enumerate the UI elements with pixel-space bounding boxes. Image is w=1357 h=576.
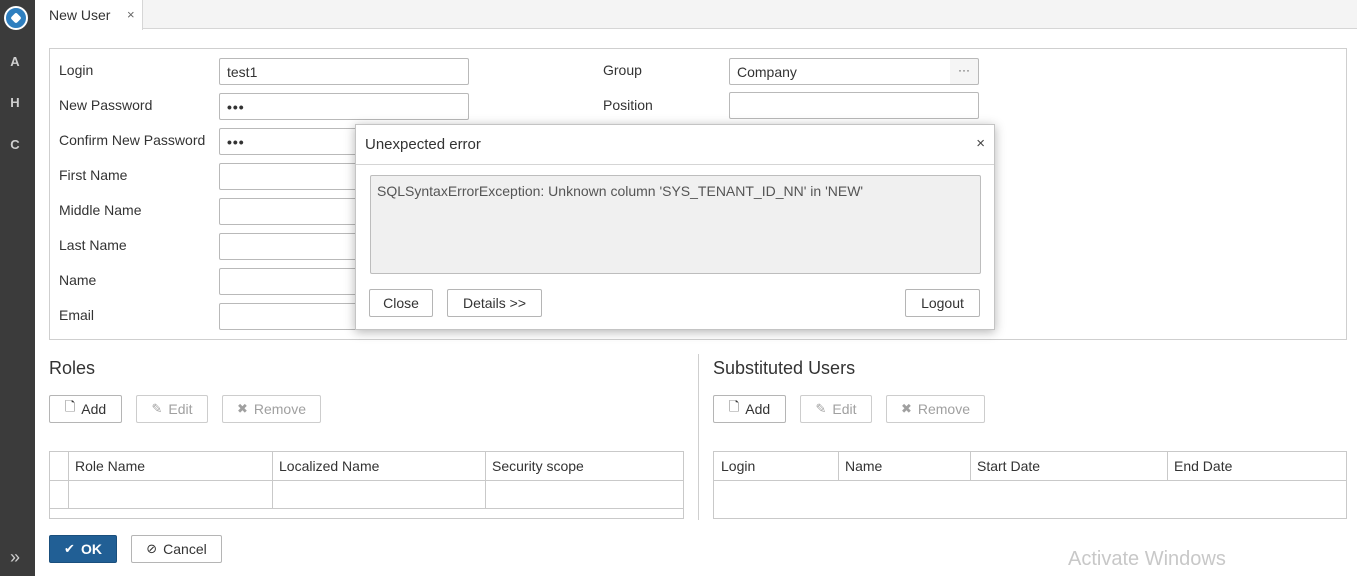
substituted-column-header[interactable]: Start Date bbox=[970, 452, 1168, 481]
tab-bar: New User × bbox=[35, 0, 1357, 30]
table-cell[interactable] bbox=[50, 481, 69, 509]
position-field[interactable] bbox=[729, 92, 979, 119]
roles-edit-label: Edit bbox=[168, 401, 193, 417]
remove-x-icon: ✖ bbox=[900, 401, 912, 416]
substituted-remove-label: Remove bbox=[917, 401, 971, 417]
login-label: Login bbox=[59, 62, 94, 78]
cancel-label: Cancel bbox=[163, 541, 207, 557]
roles-remove-button[interactable]: ✖ Remove bbox=[222, 395, 321, 423]
ok-button[interactable]: ✔ OK bbox=[49, 535, 117, 563]
roles-add-label: Add bbox=[81, 401, 107, 417]
substituted-remove-button[interactable]: ✖ Remove bbox=[886, 395, 985, 423]
pencil-icon: ✎ bbox=[815, 401, 827, 416]
roles-column-header[interactable]: Role Name bbox=[68, 452, 273, 481]
substituted-edit-label: Edit bbox=[832, 401, 857, 417]
substituted-column-header[interactable]: Login bbox=[714, 452, 839, 481]
details-label: Details >> bbox=[462, 295, 527, 311]
dialog-header: Unexpected error × bbox=[356, 125, 994, 165]
group-label: Group bbox=[603, 62, 642, 78]
substituted-column-header[interactable]: Name bbox=[838, 452, 971, 481]
substituted-users-title: Substituted Users bbox=[713, 358, 856, 378]
dialog-close-button[interactable]: Close bbox=[369, 289, 433, 317]
group-field[interactable]: Company bbox=[729, 58, 951, 85]
tab-new-user[interactable]: New User × bbox=[35, 0, 143, 30]
cancel-button[interactable]: ⊘ Cancel bbox=[131, 535, 222, 563]
roles-remove-label: Remove bbox=[253, 401, 307, 417]
name-label: Name bbox=[59, 272, 97, 288]
roles-title: Roles bbox=[49, 358, 96, 378]
substituted-add-label: Add bbox=[745, 401, 771, 417]
substituted-column-header[interactable]: End Date bbox=[1167, 452, 1346, 481]
logout-button[interactable]: Logout bbox=[905, 289, 980, 317]
last-name-label: Last Name bbox=[59, 237, 127, 253]
table-cell[interactable] bbox=[272, 481, 486, 509]
roles-add-button[interactable]: 🗋 Add bbox=[49, 395, 122, 423]
dialog-close-icon[interactable]: × bbox=[976, 135, 985, 152]
new-password-label: New Password bbox=[59, 97, 153, 113]
email-label: Email bbox=[59, 307, 95, 323]
tab-label: New User bbox=[49, 7, 111, 23]
position-label: Position bbox=[603, 97, 653, 113]
rail-item-c[interactable]: C bbox=[0, 137, 30, 152]
logout-label: Logout bbox=[921, 295, 964, 311]
roles-table: Role Name Localized Name Security scope bbox=[49, 451, 684, 519]
roles-column-header[interactable]: Localized Name bbox=[272, 452, 486, 481]
details-button[interactable]: Details >> bbox=[447, 289, 542, 317]
middle-name-label: Middle Name bbox=[59, 202, 142, 218]
rail-item-h[interactable]: H bbox=[0, 95, 30, 110]
group-picker-button[interactable]: ··· bbox=[950, 58, 979, 85]
first-name-label: First Name bbox=[59, 167, 128, 183]
roles-edit-button[interactable]: ✎ Edit bbox=[136, 395, 208, 423]
document-icon: 🗋 bbox=[64, 399, 76, 414]
roles-column-header[interactable]: Security scope bbox=[485, 452, 683, 481]
activate-windows-watermark: Activate Windows bbox=[1068, 548, 1226, 570]
expand-menu-icon[interactable]: » bbox=[0, 547, 30, 568]
table-cell[interactable] bbox=[68, 481, 273, 509]
tab-close-icon[interactable]: × bbox=[127, 7, 135, 22]
substituted-users-table: Login Name Start Date End Date bbox=[713, 451, 1347, 519]
confirm-password-label: Confirm New Password bbox=[59, 132, 206, 148]
ok-label: OK bbox=[80, 541, 102, 557]
remove-x-icon: ✖ bbox=[236, 401, 248, 416]
login-field[interactable]: test1 bbox=[219, 58, 469, 85]
dialog-close-label: Close bbox=[383, 295, 419, 311]
document-icon: 🗋 bbox=[728, 399, 740, 414]
dialog-title: Unexpected error bbox=[365, 136, 481, 153]
substituted-edit-button[interactable]: ✎ Edit bbox=[800, 395, 872, 423]
roles-select-column-header[interactable] bbox=[50, 452, 69, 481]
side-rail: A H C » bbox=[0, 0, 35, 576]
substituted-add-button[interactable]: 🗋 Add bbox=[713, 395, 786, 423]
rail-item-a[interactable]: A bbox=[0, 54, 30, 69]
cancel-circle-icon: ⊘ bbox=[146, 541, 158, 556]
app-logo-icon[interactable] bbox=[4, 6, 28, 30]
table-cell[interactable] bbox=[485, 481, 683, 509]
section-divider bbox=[698, 354, 699, 520]
check-icon: ✔ bbox=[64, 541, 75, 556]
error-message: SQLSyntaxErrorException: Unknown column … bbox=[370, 175, 981, 274]
pencil-icon: ✎ bbox=[151, 401, 163, 416]
error-dialog: Unexpected error × SQLSyntaxErrorExcepti… bbox=[355, 124, 995, 330]
new-password-field[interactable]: ••• bbox=[219, 93, 469, 120]
